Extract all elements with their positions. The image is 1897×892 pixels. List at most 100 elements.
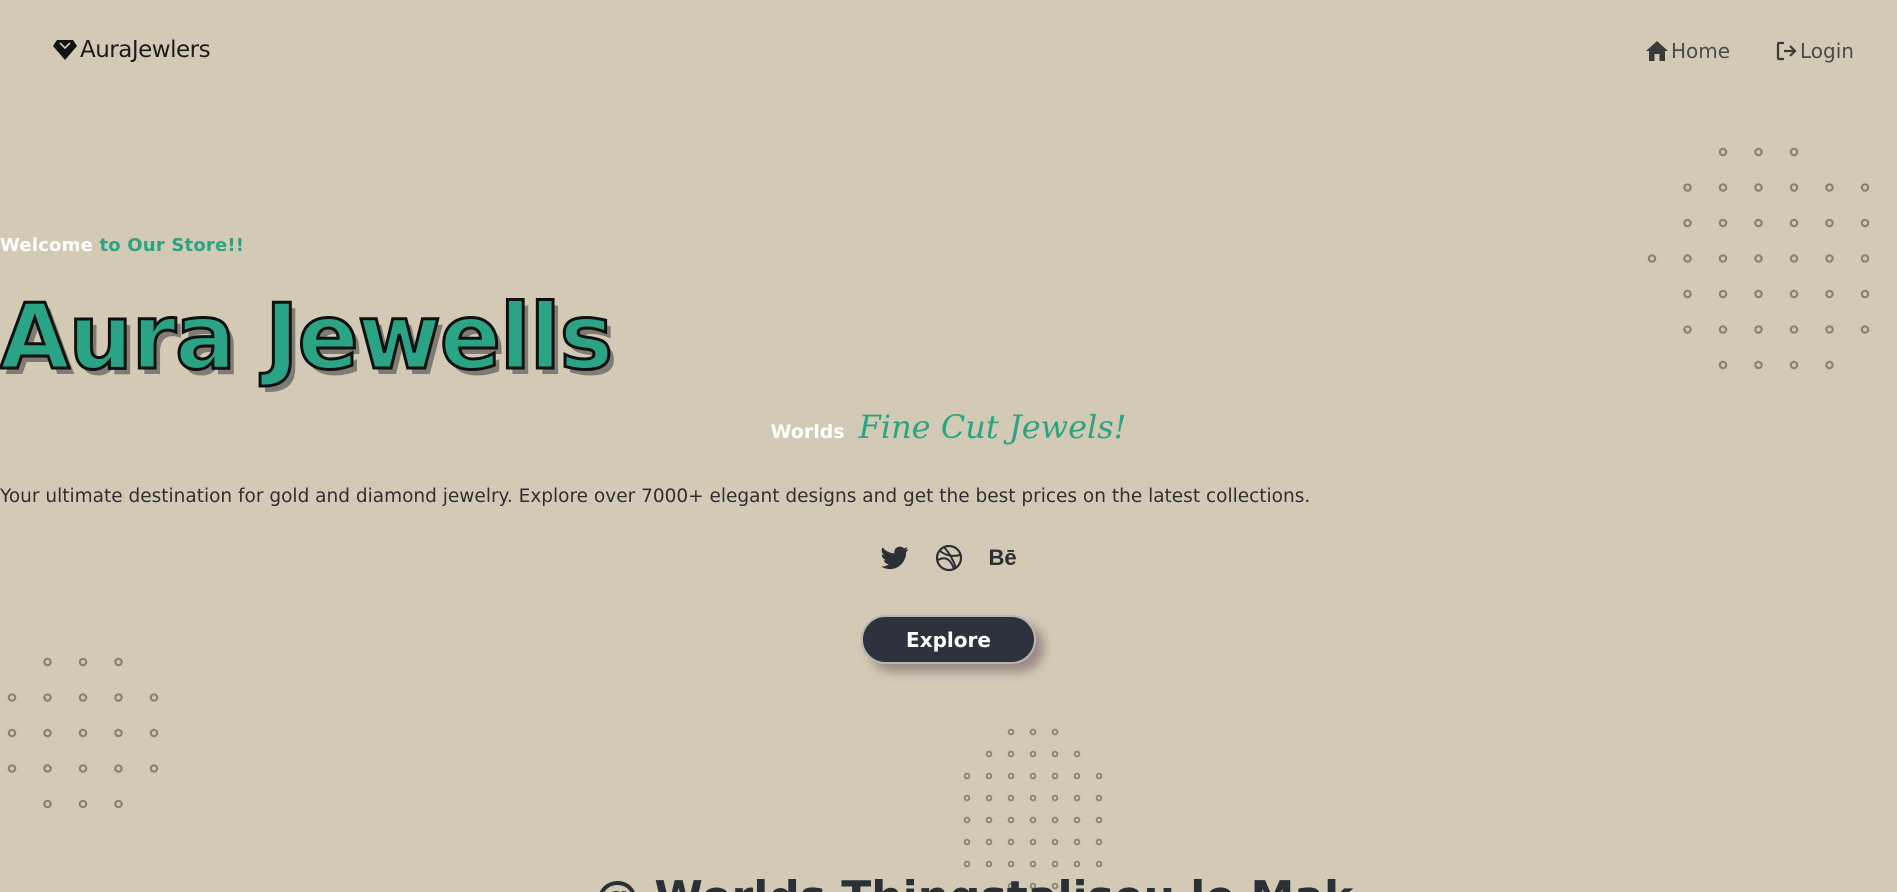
decor-dot xyxy=(78,799,88,809)
decor-dot xyxy=(985,750,993,758)
decor-dot xyxy=(1073,838,1081,846)
decor-dot xyxy=(1007,838,1015,846)
decor-dot xyxy=(1073,772,1081,780)
decor-dot xyxy=(1051,728,1059,736)
decor-dot xyxy=(1754,147,1763,157)
decor-dot xyxy=(78,693,88,702)
decor-dot xyxy=(1073,794,1081,802)
tagline-worlds: Worlds xyxy=(770,421,845,443)
welcome-text: Welcome to Our Store!! xyxy=(0,235,1897,256)
login-icon xyxy=(1776,41,1798,61)
decor-dot xyxy=(1825,183,1834,192)
nav-login-label: Login xyxy=(1800,39,1854,63)
diamond-icon xyxy=(52,39,78,61)
decor-dot xyxy=(1029,816,1037,824)
decor-dot xyxy=(1860,218,1870,228)
decor-dot xyxy=(1825,218,1834,228)
decor-dot xyxy=(7,728,17,738)
decor-dot xyxy=(1051,838,1059,846)
decor-dot xyxy=(985,794,993,802)
navbar: AuraJewlers Home Login xyxy=(0,0,1897,104)
twitter-icon[interactable] xyxy=(880,543,910,573)
decor-dot xyxy=(1718,218,1728,228)
decor-dot xyxy=(1051,816,1059,824)
dribbble-icon[interactable] xyxy=(934,543,964,573)
nav-home-label: Home xyxy=(1671,39,1731,63)
decor-dot xyxy=(7,693,17,702)
brand-name: AuraJewlers xyxy=(80,37,211,63)
explore-button[interactable]: Explore xyxy=(861,615,1036,664)
decor-dot xyxy=(1789,147,1799,157)
decor-dot xyxy=(1029,750,1037,758)
decor-dot xyxy=(114,799,123,809)
decor-dot xyxy=(114,657,123,667)
decor-dot xyxy=(1051,860,1059,868)
decor-dot xyxy=(149,693,159,702)
decor-dot xyxy=(1789,254,1799,263)
decor-dot xyxy=(985,816,993,824)
decor-dot xyxy=(985,860,993,868)
decor-dot xyxy=(149,764,159,773)
decor-dot xyxy=(1683,254,1692,263)
decor-dot xyxy=(1754,218,1763,228)
decor-dot xyxy=(1825,254,1834,263)
decor-dot xyxy=(43,728,52,738)
decor-dot xyxy=(7,764,17,773)
decor-dot xyxy=(1007,860,1015,868)
decor-dot xyxy=(963,816,971,824)
decor-dot xyxy=(1007,772,1015,780)
decor-dot xyxy=(1029,860,1037,868)
decor-dot xyxy=(114,728,123,738)
decor-dot xyxy=(1718,147,1728,157)
decor-dot xyxy=(1029,838,1037,846)
decor-dot xyxy=(1007,750,1015,758)
decor-dot xyxy=(43,799,52,809)
decor-dot xyxy=(985,772,993,780)
dot-pattern-bottom-left xyxy=(7,657,159,809)
decor-dot xyxy=(963,860,971,868)
decor-dot xyxy=(1029,794,1037,802)
social-links: Bē xyxy=(0,543,1897,573)
decor-dot xyxy=(963,772,971,780)
decor-dot xyxy=(1718,183,1728,192)
decor-dot xyxy=(1051,772,1059,780)
hero-tagline: Worlds Fine Cut Jewels! xyxy=(0,408,1897,446)
decor-dot xyxy=(114,764,123,773)
hero-headline: Aura Jewells xyxy=(0,284,615,392)
decor-dot xyxy=(1007,794,1015,802)
decor-dot xyxy=(1789,218,1799,228)
decor-dot xyxy=(1860,254,1870,263)
decor-dot xyxy=(1095,772,1103,780)
decor-dot xyxy=(1051,794,1059,802)
decor-dot xyxy=(1860,183,1870,192)
hero-description: Your ultimate destination for gold and d… xyxy=(0,486,1311,507)
nav-home-link[interactable]: Home xyxy=(1645,39,1730,63)
decor-dot xyxy=(78,657,88,667)
decor-dot xyxy=(963,838,971,846)
decor-dot xyxy=(1095,794,1103,802)
decor-dot xyxy=(1754,183,1763,192)
decor-dot xyxy=(1029,728,1037,736)
decor-dot xyxy=(1095,838,1103,846)
decor-dot xyxy=(78,764,88,773)
decor-dot xyxy=(1683,218,1692,228)
decor-dot xyxy=(1073,860,1081,868)
decor-dot xyxy=(43,657,52,667)
decor-dot xyxy=(1789,183,1799,192)
decor-dot xyxy=(78,728,88,738)
decor-dot xyxy=(1095,816,1103,824)
decor-dot xyxy=(1007,728,1015,736)
behance-icon[interactable]: Bē xyxy=(988,543,1018,573)
tagline-fine-cut: Fine Cut Jewels! xyxy=(858,408,1127,446)
decor-dot xyxy=(43,764,52,773)
decor-dot xyxy=(149,728,159,738)
decor-dot xyxy=(1029,772,1037,780)
decor-dot xyxy=(43,693,52,702)
welcome-rest: to Our Store!! xyxy=(99,235,245,256)
decor-dot xyxy=(963,794,971,802)
nav-login-link[interactable]: Login xyxy=(1776,39,1854,63)
decor-dot xyxy=(1051,750,1059,758)
dot-pattern-bottom-center xyxy=(963,728,1103,890)
decor-dot xyxy=(1073,750,1081,758)
brand-logo[interactable]: AuraJewlers xyxy=(52,37,211,63)
